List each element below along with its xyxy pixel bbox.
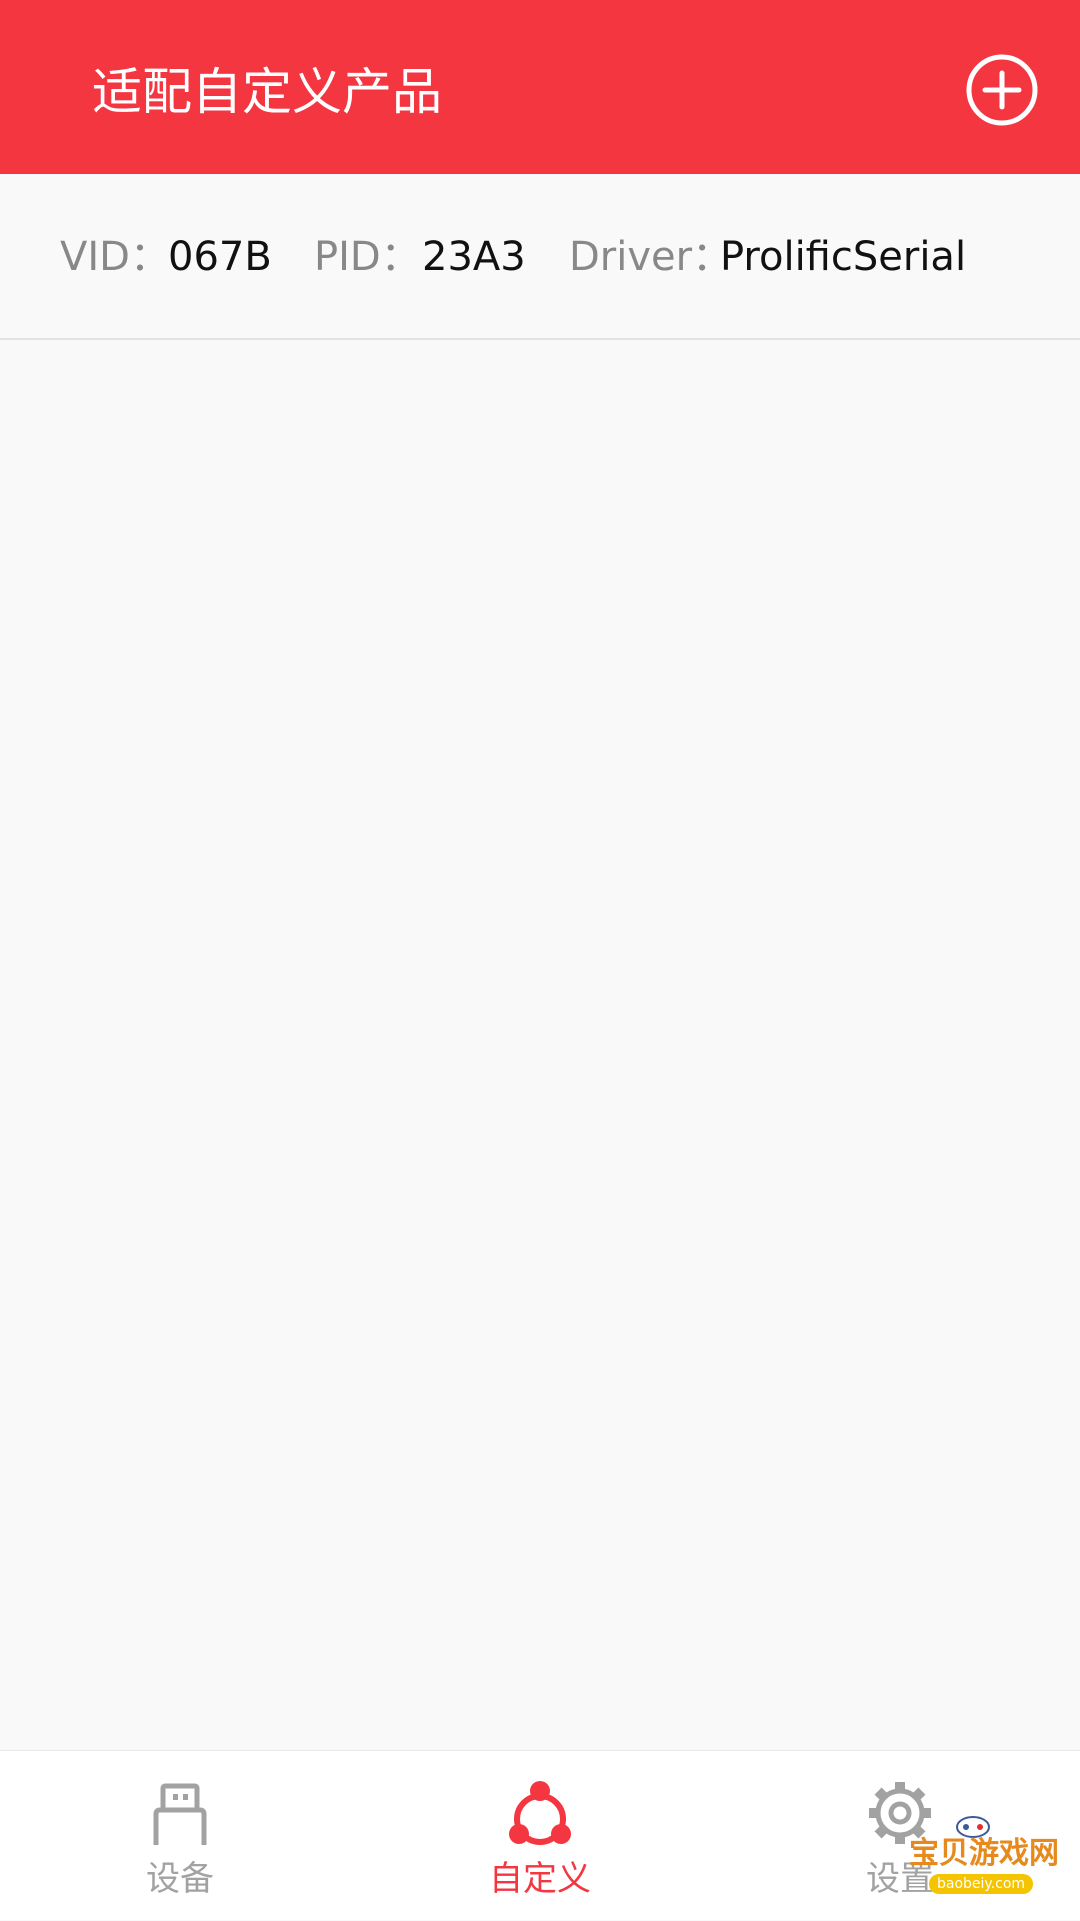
vid-value: 067B <box>168 234 272 280</box>
watermark-text: 宝贝游戏网 <box>909 1836 1059 1871</box>
pid-label: PID： <box>314 234 421 280</box>
plus-circle-icon <box>966 54 1038 126</box>
gamepad-icon <box>956 1816 990 1838</box>
page-title: 适配自定义产品 <box>92 63 442 121</box>
app-bar: 适配自定义产品 <box>0 0 1080 174</box>
driver-label: Driver： <box>569 234 733 280</box>
pid-value: 23A3 <box>422 234 526 280</box>
nav-label-devices: 设备 <box>146 1859 214 1899</box>
watermark-url: baobeiy.com <box>929 1874 1034 1894</box>
driver-value: ProlificSerial <box>720 234 967 280</box>
nav-label-custom: 自定义 <box>489 1859 591 1899</box>
add-product-button[interactable] <box>964 52 1040 128</box>
share-nodes-icon <box>508 1779 572 1849</box>
device-list-item[interactable]: VID： 067B PID： 23A3 Driver： ProlificSeri… <box>0 174 1080 340</box>
custom-product-list <box>0 340 1080 1750</box>
nav-item-devices[interactable]: 设备 <box>0 1751 360 1921</box>
vid-label: VID： <box>60 234 170 280</box>
watermark-logo: 宝贝游戏网 baobeiy.com <box>905 1814 1059 1904</box>
nav-item-custom[interactable]: 自定义 <box>360 1751 720 1921</box>
usb-icon <box>148 1779 212 1849</box>
